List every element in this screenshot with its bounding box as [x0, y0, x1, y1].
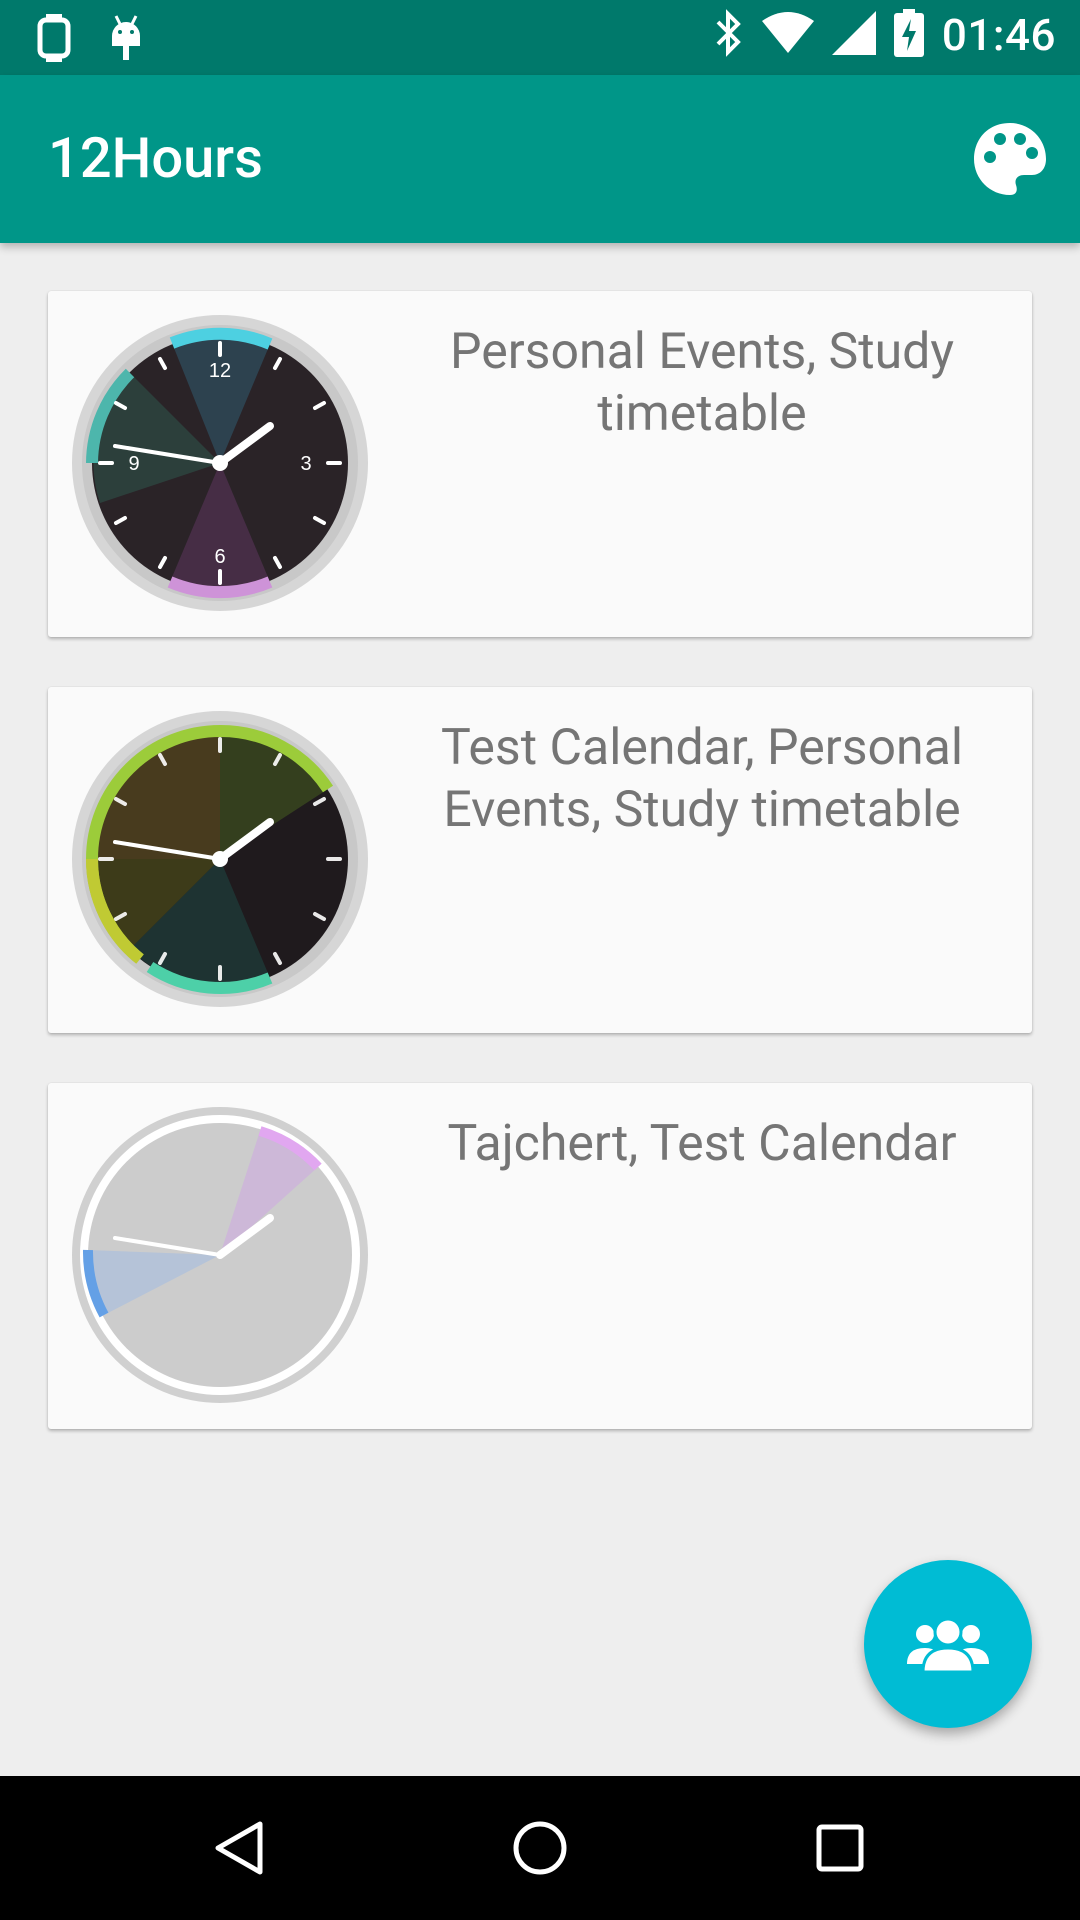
status-time: 01:46	[941, 9, 1056, 61]
recents-button[interactable]	[770, 1776, 910, 1920]
svg-text:12: 12	[209, 360, 231, 382]
wifi-icon	[761, 11, 814, 59]
status-bar: 01:46	[0, 0, 1080, 75]
home-button[interactable]	[470, 1776, 610, 1920]
group-fab-button[interactable]	[864, 1560, 1032, 1728]
calendar-card-3[interactable]: Tajchert, Test Calendar	[48, 1083, 1032, 1429]
android-debug-icon	[108, 14, 144, 66]
app-title: 12Hours	[48, 125, 263, 191]
palette-button[interactable]	[970, 119, 1050, 199]
clock-dark-numbered: 12 3 6 9	[72, 315, 368, 611]
home-icon	[513, 1821, 567, 1875]
battery-charging-icon	[893, 9, 924, 61]
clock-light-grey	[72, 1107, 368, 1403]
back-button[interactable]	[170, 1776, 310, 1920]
app-bar: 12Hours	[0, 75, 1080, 243]
palette-icon	[974, 123, 1046, 195]
bluetooth-icon	[714, 8, 744, 62]
svg-text:3: 3	[300, 453, 311, 475]
svg-text:9: 9	[128, 453, 139, 475]
watch-icon	[36, 14, 72, 66]
calendar-card-2[interactable]: Test Calendar, Personal Events, Study ti…	[48, 687, 1032, 1033]
clock-dark-colorful	[72, 711, 368, 1007]
calendar-card-1[interactable]: 12 3 6 9 Personal Events, Study timetabl…	[48, 291, 1032, 637]
card-title: Personal Events, Study timetable	[449, 323, 955, 443]
group-icon	[907, 1617, 989, 1674]
card-title: Tajchert, Test Calendar	[447, 1115, 957, 1173]
back-icon	[215, 1821, 263, 1875]
cell-signal-icon	[831, 11, 876, 59]
card-title: Test Calendar, Personal Events, Study ti…	[440, 719, 964, 839]
svg-text:6: 6	[214, 546, 225, 568]
recents-icon	[816, 1824, 864, 1872]
navigation-bar	[0, 1776, 1080, 1920]
